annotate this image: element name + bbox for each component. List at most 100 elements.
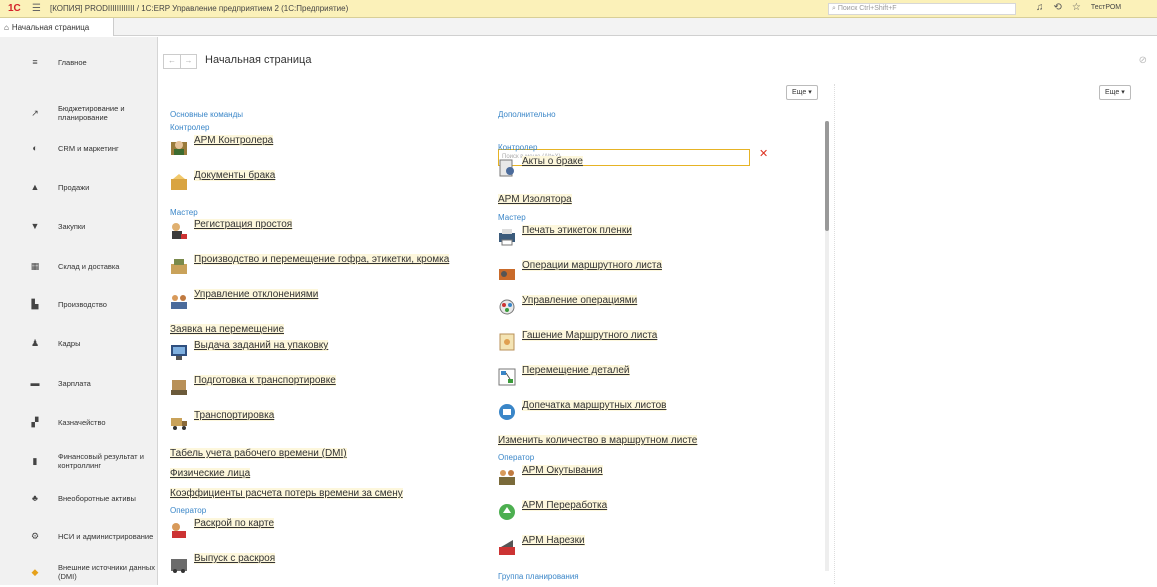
sidebar-item-label: Бюджетирование и планирование (58, 104, 125, 122)
sidebar-item-main[interactable]: ≡ Главное (0, 47, 158, 77)
cmd-label[interactable]: Раскрой по карте (194, 518, 275, 529)
forward-button[interactable]: → (180, 55, 196, 68)
sidebar-item-label: Производство (58, 299, 107, 309)
sidebar-item-salary[interactable]: ▬ Зарплата (0, 368, 158, 398)
cmd-downtime-registration[interactable]: Регистрация простоя (170, 219, 293, 240)
cmd-label[interactable]: Операции маршрутного листа (522, 260, 662, 271)
cmd-label[interactable]: Производство и перемещение гофра, этикет… (194, 254, 450, 265)
person-icon: ♟ (30, 337, 40, 348)
cmd-label[interactable]: Печать этикеток пленки (522, 225, 632, 236)
home-icon: ⌂ (4, 22, 9, 32)
folder-box-icon (171, 174, 187, 190)
cmd-film-labels[interactable]: Печать этикеток пленки (498, 225, 632, 246)
history-icon[interactable]: ⟲ (1054, 2, 1062, 13)
sidebar-item-admin[interactable]: ⚙ НСИ и администрирование (0, 521, 158, 551)
sidebar-item-budgeting[interactable]: ↗ Бюджетирование и планирование (0, 98, 158, 128)
cmd-label[interactable]: Допечатка маршрутных листов (522, 400, 667, 411)
sidebar-item-external-data[interactable]: ◆ Внешние источники данных (DMI) (0, 557, 158, 587)
link-loss-coefficients[interactable]: Коэффициенты расчета потерь времени за с… (170, 488, 403, 499)
cmd-arm-controller[interactable]: АРМ Контролера (170, 135, 274, 156)
document-stamp-icon (499, 159, 514, 177)
cutter-icon (499, 540, 515, 555)
sidebar-item-crm[interactable]: ◐ CRM и маркетинг (0, 133, 158, 163)
hamburger-menu-icon[interactable]: ☰ (32, 3, 42, 14)
link-move-request[interactable]: Заявка на перемещение (170, 324, 285, 335)
printer-icon (499, 229, 515, 246)
scrollbar-thumb[interactable] (825, 121, 829, 231)
cmd-parts-move[interactable]: Перемещение деталей (498, 365, 630, 386)
workers-icon (499, 470, 515, 485)
sidebar-item-sales[interactable]: ▲ Продажи (0, 172, 158, 202)
link-timesheet[interactable]: Табель учета рабочего времени (DMI) (170, 448, 347, 459)
people-group-icon (171, 295, 187, 309)
recycle-icon (499, 504, 515, 520)
sales-icon: ▲ (30, 181, 40, 192)
cmd-label[interactable]: Перемещение деталей (522, 365, 630, 376)
cmd-cut-by-card[interactable]: Раскрой по карте (170, 518, 275, 539)
cmd-defect-docs[interactable]: Документы брака (170, 170, 276, 191)
user-name[interactable]: ТестРОМ (1091, 4, 1121, 11)
cmd-route-reprint[interactable]: Допечатка маршрутных листов (498, 400, 667, 421)
sidebar-item-label: Внешние источники данных (DMI) (58, 563, 155, 581)
cmd-label[interactable]: Управление отклонениями (194, 289, 319, 300)
back-button[interactable]: ← (164, 55, 180, 68)
cmd-label[interactable]: Регистрация простоя (194, 219, 293, 230)
cmd-arm-wrap[interactable]: АРМ Окутывания (498, 465, 603, 486)
cmd-label[interactable]: Документы брака (194, 170, 276, 181)
sections-sidebar: ≡ Главное ↗ Бюджетирование и планировани… (0, 37, 158, 585)
cmd-arm-cut[interactable]: АРМ Нарезки (498, 535, 585, 556)
sidebar-item-label: Главное (58, 57, 87, 67)
cmd-transportation[interactable]: Транспортировка (170, 410, 275, 431)
global-search-input[interactable]: ⌕ Поиск Ctrl+Shift+F (828, 3, 1016, 15)
clear-search-icon[interactable]: ✕ (759, 147, 768, 160)
cmd-transport-prep[interactable]: Подготовка к транспортировке (170, 375, 336, 396)
cmd-label[interactable]: Выпуск с раскроя (194, 553, 276, 564)
group-title-planning: Группа планирования (498, 572, 579, 581)
cmd-label[interactable]: Управление операциями (522, 295, 638, 306)
cmd-label[interactable]: АРМ Переработка (522, 500, 608, 511)
monitor-icon (171, 345, 187, 360)
sidebar-item-label: Казначейство (58, 417, 106, 427)
cmd-label[interactable]: АРМ Контролера (194, 135, 274, 146)
cmd-label[interactable]: Гашение Маршрутного листа (522, 330, 658, 341)
cmd-label[interactable]: Акты о браке (522, 156, 583, 167)
sidebar-item-label: НСИ и администрирование (58, 531, 154, 541)
more-button-right[interactable]: Еще ▾ (1099, 85, 1131, 100)
sidebar-item-hr[interactable]: ♟ Кадры (0, 328, 158, 358)
warehouse-icon: ▦ (30, 260, 40, 271)
commands-scrollbar[interactable] (825, 121, 829, 571)
panel-divider (834, 84, 835, 584)
sidebar-item-assets[interactable]: ♣ Внеоборотные активы (0, 483, 158, 513)
cmd-arm-recycle[interactable]: АРМ Переработка (498, 500, 608, 521)
link-icon[interactable]: ⊘ (1139, 55, 1147, 66)
sidebar-item-finance[interactable]: ▮ Финансовый результат и контроллинг (0, 446, 158, 476)
star-icon[interactable]: ☆ (1072, 2, 1081, 13)
cmd-label[interactable]: АРМ Нарезки (522, 535, 585, 546)
list-icon: ≡ (32, 56, 38, 67)
link-arm-isolator[interactable]: АРМ Изолятора (498, 194, 572, 205)
group-title-master: Мастер (170, 208, 198, 217)
cmd-deviation-management[interactable]: Управление отклонениями (170, 289, 319, 310)
tab-home[interactable]: ⌂ Начальная страница (0, 18, 114, 36)
cmd-operations-management[interactable]: Управление операциями (498, 295, 638, 316)
sidebar-item-treasury[interactable]: ▞ Казначейство (0, 407, 158, 437)
cmd-label[interactable]: АРМ Окутывания (522, 465, 603, 476)
cmd-label[interactable]: Транспортировка (194, 410, 275, 421)
cmd-route-operations[interactable]: Операции маршрутного листа (498, 260, 662, 281)
cmd-production-move[interactable]: Производство и перемещение гофра, этикет… (170, 254, 450, 275)
more-button-left[interactable]: Еще ▾ (786, 85, 818, 100)
cmd-route-cancel[interactable]: Гашение Маршрутного листа (498, 330, 658, 351)
sidebar-item-production[interactable]: ▙ Производство (0, 289, 158, 319)
link-route-quantity[interactable]: Изменить количество в маршрутном листе (498, 435, 698, 446)
sidebar-item-label: Кадры (58, 338, 81, 348)
cmd-label[interactable]: Подготовка к транспортировке (194, 375, 336, 386)
cart-icon: ▼ (30, 220, 40, 231)
link-persons[interactable]: Физические лица (170, 468, 251, 479)
cmd-cut-output[interactable]: Выпуск с раскроя (170, 553, 276, 574)
cmd-packing-tasks[interactable]: Выдача заданий на упаковку (170, 340, 329, 361)
cmd-defect-acts[interactable]: Акты о браке (498, 156, 583, 177)
cmd-label[interactable]: Выдача заданий на упаковку (194, 340, 329, 351)
sidebar-item-warehouse[interactable]: ▦ Склад и доставка (0, 251, 158, 281)
bell-icon[interactable]: ♫ (1036, 2, 1044, 13)
sidebar-item-purchases[interactable]: ▼ Закупки (0, 211, 158, 241)
